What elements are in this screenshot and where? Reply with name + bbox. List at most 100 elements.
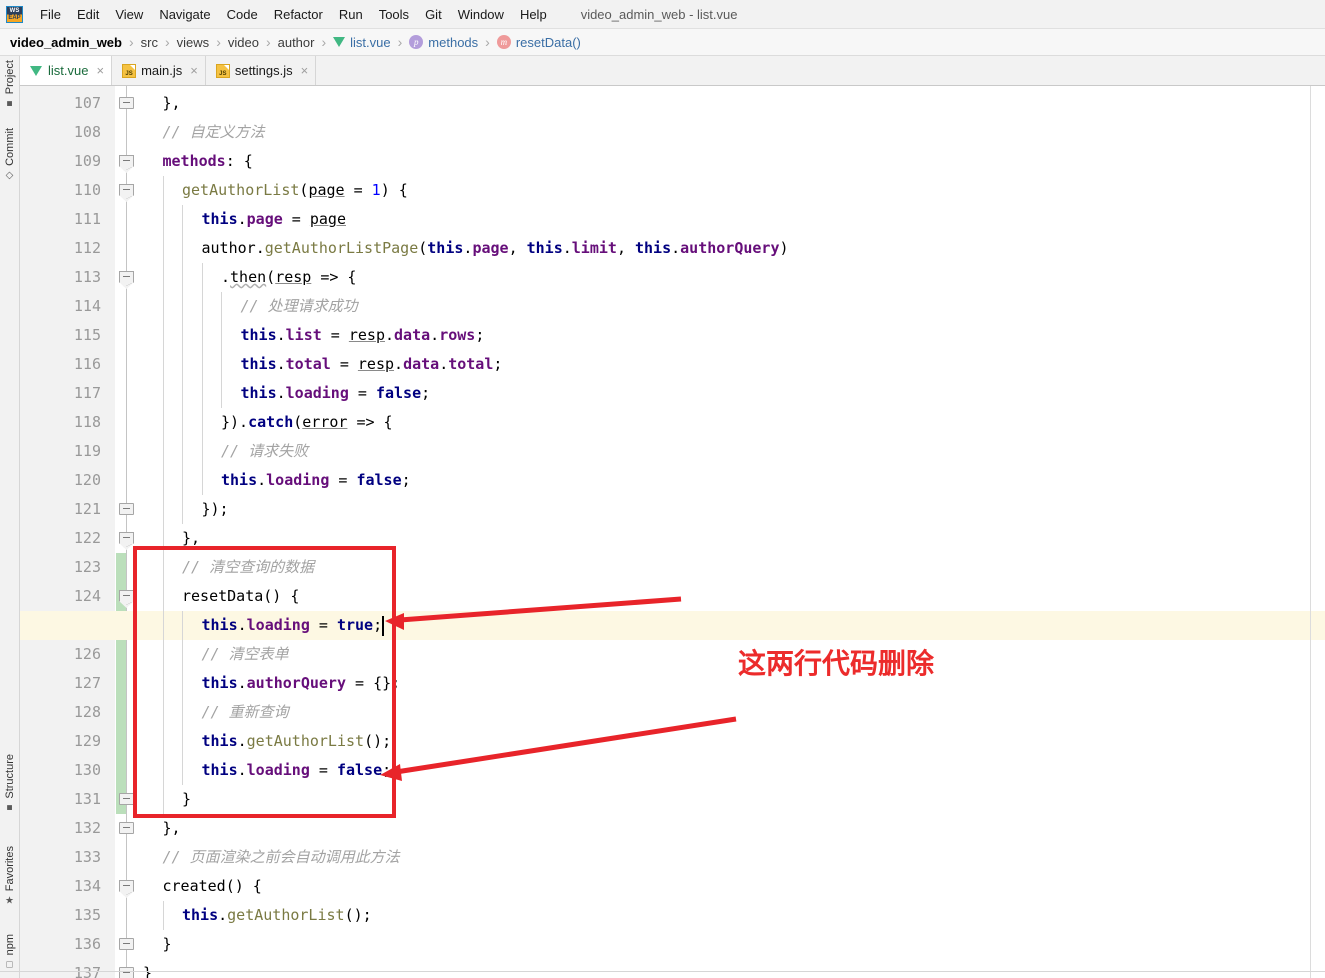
sidebar-item-favorites-label: Favorites bbox=[4, 846, 16, 892]
fold-toggle-icon[interactable] bbox=[119, 967, 134, 978]
code-line[interactable]: // 自定义方法 bbox=[143, 118, 1325, 147]
code-line[interactable]: // 请求失败 bbox=[143, 437, 1325, 466]
breadcrumb-item-methods[interactable]: p methods bbox=[409, 35, 478, 50]
breadcrumb[interactable]: video_admin_web › src › views › video › author › l… bbox=[0, 29, 1325, 56]
code-token: total bbox=[448, 355, 494, 373]
sidebar-item-commit[interactable]: ◇ Commit bbox=[0, 128, 20, 181]
breadcrumb-item-src[interactable]: src bbox=[141, 35, 158, 50]
code-line[interactable]: .then(resp => { bbox=[143, 263, 1325, 292]
menu-item-refactor[interactable]: Refactor bbox=[266, 4, 331, 25]
breadcrumb-item-author[interactable]: author bbox=[278, 35, 315, 50]
menu-item-window[interactable]: Window bbox=[450, 4, 512, 25]
fold-toggle-icon[interactable] bbox=[119, 590, 134, 608]
minus-icon bbox=[123, 189, 130, 190]
close-icon[interactable]: × bbox=[190, 64, 198, 77]
code-line[interactable]: author.getAuthorListPage(this.page, this… bbox=[143, 234, 1325, 263]
code-line[interactable]: this.loading = false; bbox=[143, 379, 1325, 408]
code-content[interactable]: },// 自定义方法 methods: {getAuthorList(page =… bbox=[20, 86, 1325, 978]
window-title: video_admin_web - list.vue bbox=[580, 6, 738, 22]
indent-guide bbox=[201, 350, 203, 379]
breadcrumb-item-listvue[interactable]: list.vue bbox=[333, 35, 391, 50]
line-number: 113 bbox=[73, 268, 101, 286]
code-token: author bbox=[201, 239, 256, 257]
line-number: 117 bbox=[73, 384, 101, 402]
sidebar-item-structure[interactable]: ■ Structure bbox=[0, 754, 20, 814]
fold-toggle-icon[interactable] bbox=[119, 532, 134, 550]
code-token: ( bbox=[418, 239, 428, 257]
breadcrumb-item-videoadminweb[interactable]: video_admin_web bbox=[10, 35, 122, 50]
code-line[interactable]: }, bbox=[143, 89, 1325, 118]
resetData-highlight-box bbox=[133, 546, 396, 818]
code-line[interactable]: }); bbox=[143, 495, 1325, 524]
fold-toggle-icon[interactable] bbox=[119, 880, 134, 898]
code-line[interactable]: }).catch(error => { bbox=[143, 408, 1325, 437]
code-token: = bbox=[282, 210, 310, 228]
menu-item-edit[interactable]: Edit bbox=[69, 4, 107, 25]
editor-tab-listvue[interactable]: list.vue × bbox=[20, 56, 113, 85]
code-line[interactable]: this.total = resp.data.total; bbox=[143, 350, 1325, 379]
menu-item-tools[interactable]: Tools bbox=[371, 4, 417, 25]
menu-item-code[interactable]: Code bbox=[219, 4, 266, 25]
code-token: false bbox=[356, 471, 402, 489]
breadcrumb-item-views[interactable]: views bbox=[177, 35, 210, 50]
menu-bar: WS EAP File Edit View Navigate Code Refactor R… bbox=[0, 0, 1325, 29]
fold-toggle-icon[interactable] bbox=[119, 938, 134, 950]
code-token: () { bbox=[225, 877, 262, 895]
code-line[interactable]: // 页面渲染之前会自动调用此方法 bbox=[143, 843, 1325, 872]
fold-toggle-icon[interactable] bbox=[119, 503, 134, 515]
close-icon[interactable]: × bbox=[96, 64, 104, 77]
code-token: ; bbox=[475, 326, 485, 344]
npm-icon: □ bbox=[4, 959, 16, 971]
code-token: ; bbox=[493, 355, 503, 373]
menu-item-git[interactable]: Git bbox=[417, 4, 450, 25]
fold-toggle-icon[interactable] bbox=[119, 184, 134, 202]
menu-item-help[interactable]: Help bbox=[512, 4, 555, 25]
code-editor[interactable]: 107 108 109 110 111 112 113 114 115 116 117 118 119 1… bbox=[20, 86, 1325, 978]
code-line[interactable]: this.getAuthorList(); bbox=[143, 901, 1325, 930]
menu-item-run[interactable]: Run bbox=[331, 4, 371, 25]
code-folding-column[interactable] bbox=[115, 86, 143, 978]
code-token: = bbox=[321, 326, 349, 344]
code-line[interactable]: this.page = page bbox=[143, 205, 1325, 234]
code-line[interactable]: // 处理请求成功 bbox=[143, 292, 1325, 321]
sidebar-item-project[interactable]: ■ Project bbox=[0, 60, 20, 109]
breadcrumb-item-label: video bbox=[227, 34, 259, 50]
fold-toggle-icon[interactable] bbox=[119, 97, 134, 109]
line-number: 121 bbox=[73, 500, 101, 518]
sidebar-item-npm[interactable]: □ npm bbox=[0, 934, 20, 970]
breadcrumb-item-resetdata[interactable]: m resetData() bbox=[496, 34, 581, 50]
code-line[interactable]: getAuthorList(page = 1) { bbox=[143, 176, 1325, 205]
code-token: loading bbox=[285, 384, 349, 402]
menu-item-navigate[interactable]: Navigate bbox=[151, 4, 218, 25]
line-number: 135 bbox=[73, 906, 101, 924]
code-token: rows bbox=[439, 326, 476, 344]
editor-bottom-divider bbox=[0, 971, 1325, 972]
fold-toggle-icon[interactable] bbox=[119, 155, 134, 173]
code-line[interactable]: this.list = resp.data.rows; bbox=[143, 321, 1325, 350]
editor-tab-bar[interactable]: list.vue × main.js × settings.js × bbox=[20, 56, 1325, 86]
menu-item-view[interactable]: View bbox=[107, 4, 151, 25]
minus-icon bbox=[123, 102, 130, 103]
code-token: this bbox=[240, 326, 277, 344]
editor-gutter[interactable]: 107 108 109 110 111 112 113 114 115 116 117 118 119 1… bbox=[20, 86, 115, 978]
code-token: this bbox=[240, 355, 277, 373]
breadcrumb-item-video[interactable]: video bbox=[228, 35, 259, 50]
fold-toggle-icon[interactable] bbox=[119, 822, 134, 834]
indent-guide bbox=[182, 350, 183, 379]
code-line[interactable]: } bbox=[143, 930, 1325, 959]
code-token: . bbox=[671, 239, 681, 257]
breadcrumb-item-label: resetData() bbox=[515, 34, 581, 50]
fold-toggle-icon[interactable] bbox=[119, 793, 134, 805]
code-line[interactable]: } bbox=[143, 959, 1325, 978]
menu-item-file[interactable]: File bbox=[32, 4, 69, 25]
fold-toggle-icon[interactable] bbox=[119, 271, 134, 289]
code-line[interactable]: methods: { bbox=[143, 147, 1325, 176]
editor-tab-label: main.js bbox=[141, 63, 183, 78]
code-line[interactable]: created() { bbox=[143, 872, 1325, 901]
code-line[interactable]: this.loading = false; bbox=[143, 466, 1325, 495]
editor-tab-mainjs[interactable]: main.js × bbox=[112, 56, 206, 85]
sidebar-item-favorites[interactable]: ★ Favorites bbox=[0, 846, 20, 906]
editor-tab-settingsjs[interactable]: settings.js × bbox=[206, 56, 317, 85]
close-icon[interactable]: × bbox=[301, 64, 309, 77]
code-line[interactable]: }, bbox=[143, 814, 1325, 843]
